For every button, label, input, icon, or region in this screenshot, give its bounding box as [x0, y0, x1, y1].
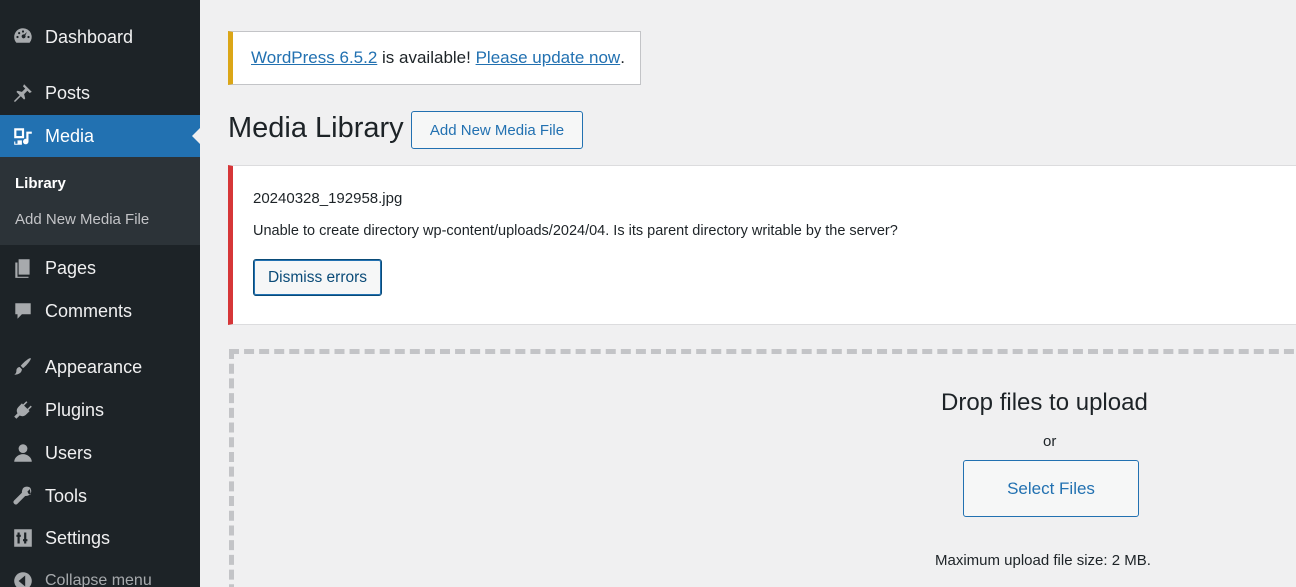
sidebar-item-label: Comments — [45, 300, 133, 321]
update-now-link[interactable]: Please update now — [476, 48, 621, 68]
select-files-button[interactable]: Select Files — [963, 460, 1139, 517]
sidebar-item-plugins[interactable]: Plugins — [0, 389, 200, 431]
submenu-item-library[interactable]: Library — [15, 175, 66, 192]
sidebar-item-label: Settings — [45, 527, 111, 548]
sidebar-item-label: Appearance — [45, 356, 143, 377]
admin-sidebar: Dashboard Posts Media Library Add New Me… — [0, 0, 200, 587]
sidebar-item-users[interactable]: Users — [0, 432, 200, 474]
sidebar-item-label: Plugins — [45, 399, 105, 420]
error-message: Unable to create directory wp-content/up… — [253, 223, 898, 239]
paintbrush-icon — [11, 355, 35, 379]
sidebar-item-label: Media — [45, 125, 95, 146]
update-notice-period: . — [620, 48, 625, 67]
collapse-menu-label: Collapse menu — [45, 572, 152, 587]
collapse-arrow-icon — [11, 569, 35, 587]
sidebar-item-label: Tools — [45, 485, 88, 506]
sidebar-item-label: Users — [45, 442, 93, 463]
sidebar-item-label: Posts — [45, 82, 91, 103]
settings-sliders-icon — [11, 526, 35, 550]
media-submenu: Library Add New Media File — [0, 157, 200, 245]
page-title: Media Library — [228, 112, 404, 144]
sidebar-item-posts[interactable]: Posts — [0, 72, 200, 114]
upload-error-notice: 20240328_192958.jpg Unable to create dir… — [228, 165, 1296, 325]
drop-or-text: or — [1043, 433, 1057, 450]
update-notice: WordPress 6.5.2 is available! Please upd… — [228, 31, 641, 85]
sidebar-item-label: Pages — [45, 257, 97, 278]
dashboard-icon — [11, 25, 35, 49]
media-icon — [11, 124, 35, 148]
sidebar-item-appearance[interactable]: Appearance — [0, 346, 200, 388]
submenu-item-add-new[interactable]: Add New Media File — [15, 211, 149, 228]
comment-icon — [11, 299, 35, 323]
plug-icon — [11, 398, 35, 422]
sidebar-item-dashboard[interactable]: Dashboard — [0, 16, 200, 58]
max-upload-size-text: Maximum upload file size: 2 MB. — [935, 552, 1151, 569]
sidebar-item-tools[interactable]: Tools — [0, 475, 200, 517]
add-new-media-button[interactable]: Add New Media File — [411, 111, 583, 149]
dismiss-errors-button[interactable]: Dismiss errors — [253, 259, 382, 296]
error-filename: 20240328_192958.jpg — [253, 190, 403, 207]
sidebar-item-label: Dashboard — [45, 26, 134, 47]
wordpress-version-link[interactable]: WordPress 6.5.2 — [251, 48, 377, 68]
user-icon — [11, 441, 35, 465]
collapse-menu-button[interactable]: Collapse menu — [0, 560, 200, 587]
drop-files-heading: Drop files to upload — [941, 389, 1148, 416]
sidebar-item-media[interactable]: Media — [0, 115, 200, 157]
sidebar-item-pages[interactable]: Pages — [0, 247, 200, 289]
sidebar-item-settings[interactable]: Settings — [0, 517, 200, 559]
pin-icon — [11, 81, 35, 105]
wrench-icon — [11, 484, 35, 508]
pages-icon — [11, 256, 35, 280]
update-notice-text: is available! — [377, 48, 476, 67]
sidebar-item-comments[interactable]: Comments — [0, 290, 200, 332]
